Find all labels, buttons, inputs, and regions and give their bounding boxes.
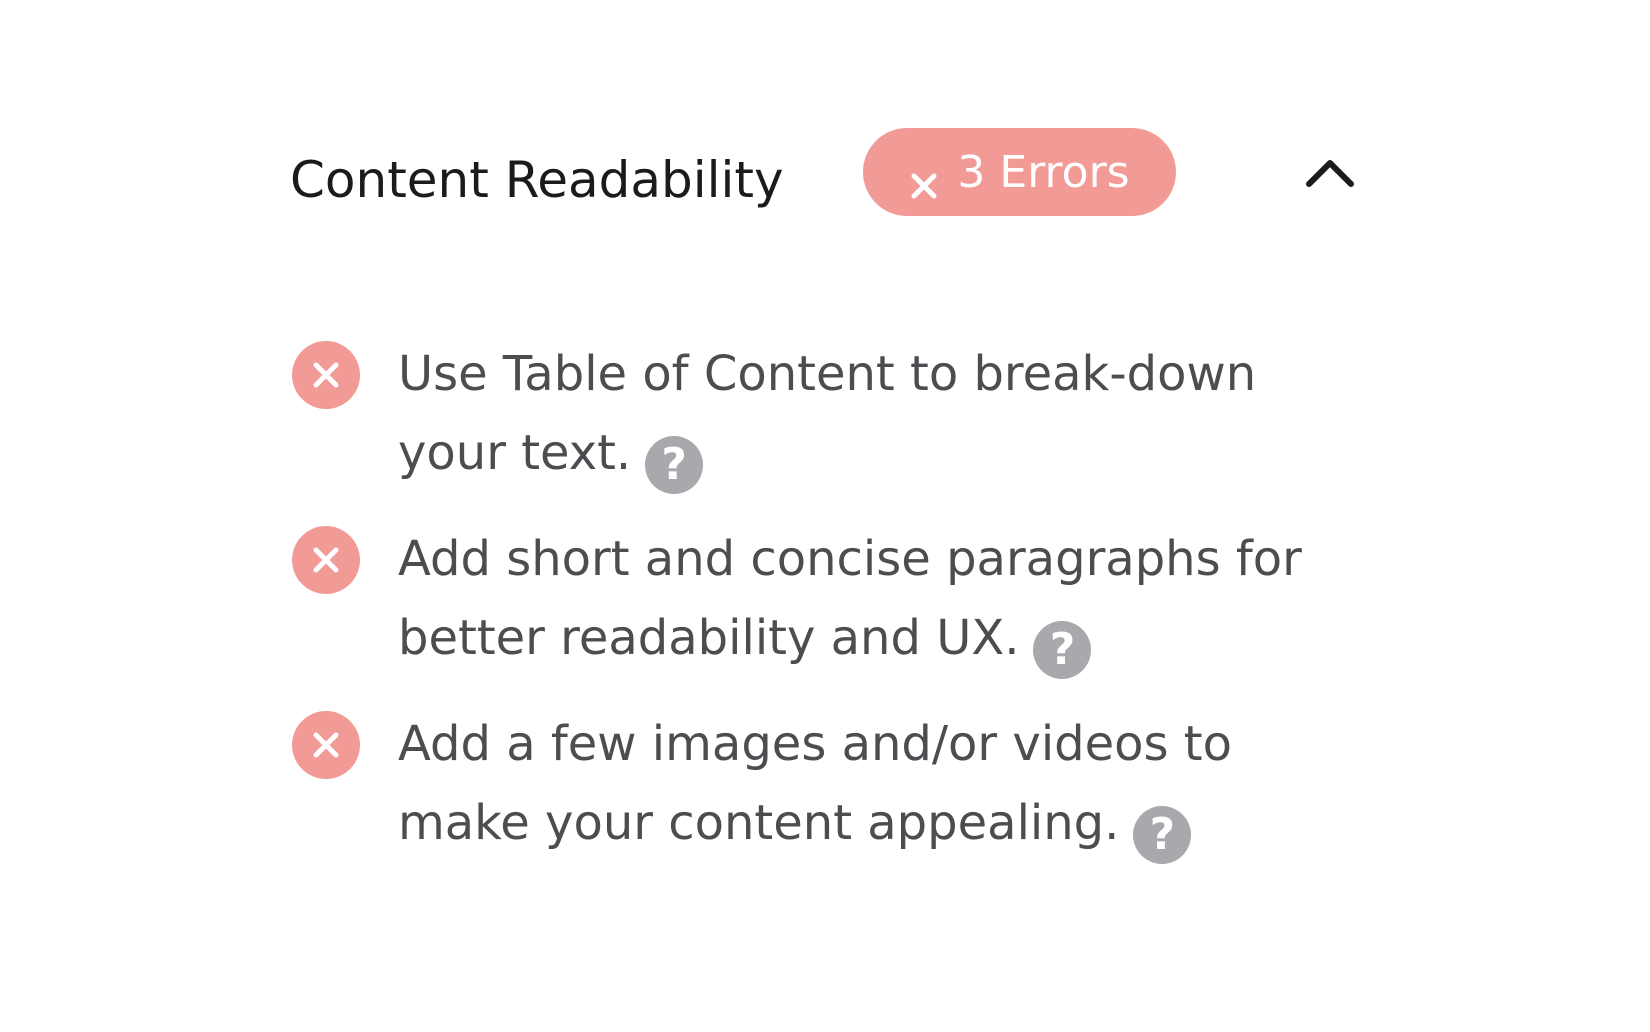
- collapse-toggle-button[interactable]: [1300, 144, 1360, 204]
- checklist-item-label: Add short and concise paragraphs for bet…: [398, 531, 1302, 666]
- error-circle-icon: [292, 526, 360, 594]
- checklist-item: Use Table of Content to break-down your …: [290, 335, 1390, 494]
- help-icon[interactable]: ?: [1033, 621, 1092, 679]
- error-circle-icon: [292, 341, 360, 409]
- readability-checklist: Use Table of Content to break-down your …: [290, 335, 1390, 890]
- chevron-up-icon: [1304, 155, 1356, 193]
- checklist-item-label: Add a few images and/or videos to make y…: [398, 716, 1232, 851]
- checklist-item-text: Add short and concise paragraphs for bet…: [398, 520, 1358, 679]
- section-title: Content Readability: [290, 151, 784, 209]
- content-readability-panel: Content Readability 3 Errors Use Table o…: [0, 0, 1650, 1032]
- checklist-item-text: Add a few images and/or videos to make y…: [398, 705, 1358, 864]
- error-circle-icon: [292, 711, 360, 779]
- error-count-label: 3 Errors: [957, 146, 1130, 198]
- checklist-item-text: Use Table of Content to break-down your …: [398, 335, 1358, 494]
- checklist-item: Add a few images and/or videos to make y…: [290, 705, 1390, 864]
- error-count-badge: 3 Errors: [863, 128, 1176, 216]
- section-header[interactable]: Content Readability 3 Errors: [290, 128, 1370, 218]
- help-icon[interactable]: ?: [645, 436, 704, 494]
- checklist-item-label: Use Table of Content to break-down your …: [398, 346, 1257, 481]
- help-icon[interactable]: ?: [1133, 806, 1192, 864]
- close-icon: [909, 161, 939, 199]
- checklist-item: Add short and concise paragraphs for bet…: [290, 520, 1390, 679]
